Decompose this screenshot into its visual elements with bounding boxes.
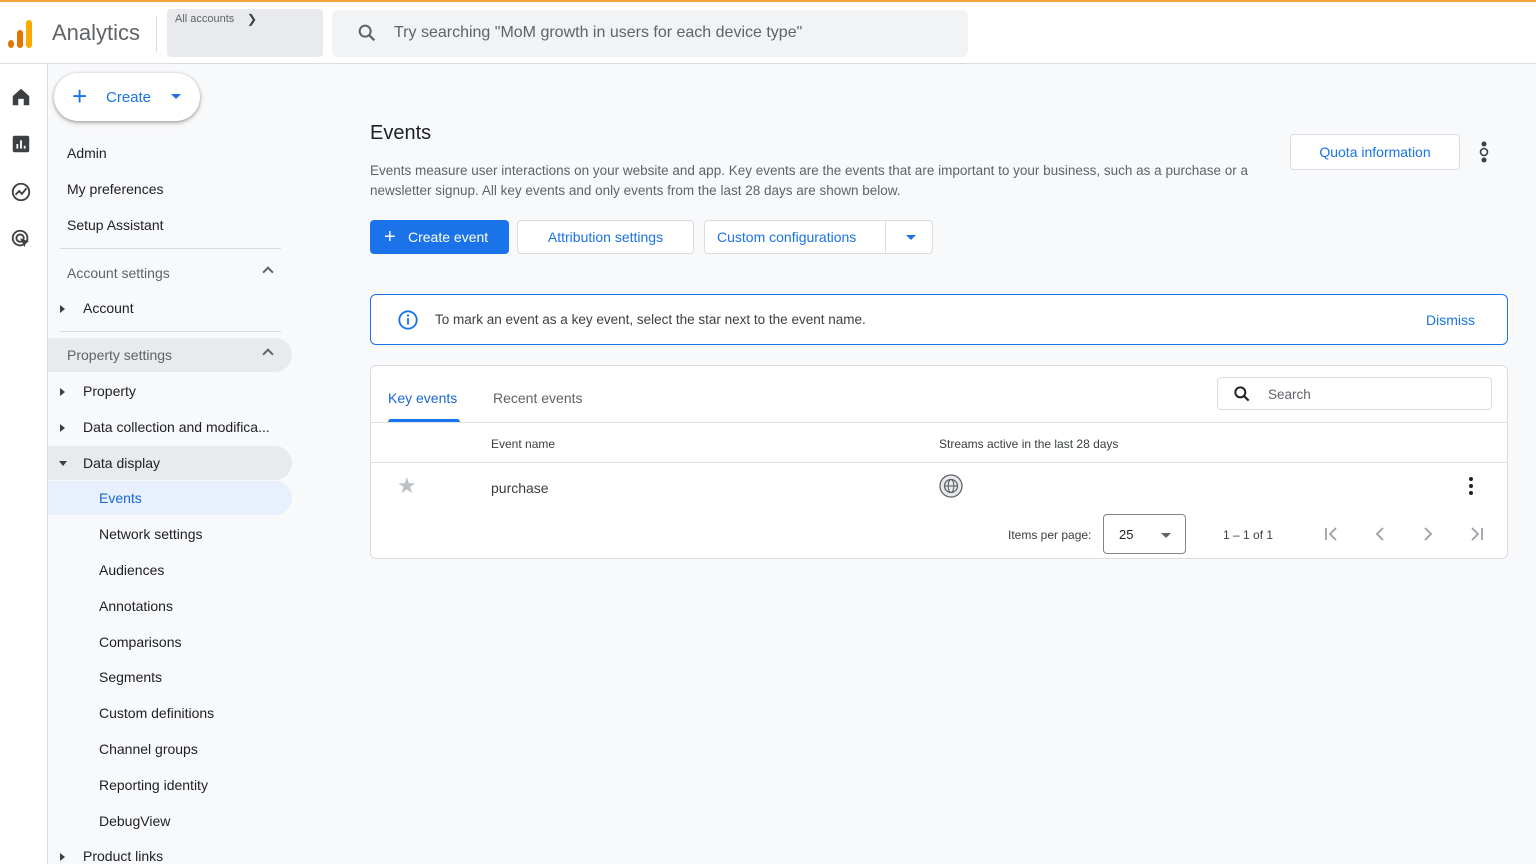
attribution-settings-button[interactable]: Attribution settings <box>517 220 694 254</box>
column-header-streams[interactable]: Streams active in the last 28 days <box>939 437 1118 451</box>
account-picker[interactable]: All accounts ❯ <box>167 9 323 57</box>
tab-key-events[interactable]: Key events <box>388 390 457 406</box>
sidebar-item-admin[interactable]: Admin <box>48 136 292 170</box>
info-banner: To mark an event as a key event, select … <box>370 294 1508 345</box>
sidebar-item-custom-definitions[interactable]: Custom definitions <box>48 696 292 730</box>
sidebar-item-data-display[interactable]: Data display <box>48 446 292 480</box>
account-picker-label: All accounts <box>175 13 235 25</box>
sidebar-item-events[interactable]: Events <box>48 481 292 515</box>
chevron-up-icon <box>262 266 274 278</box>
info-icon <box>398 310 418 330</box>
chevron-right-icon: ❯ <box>247 12 258 26</box>
plus-icon: + <box>72 81 88 111</box>
split-button-divider <box>885 221 886 253</box>
table-divider <box>371 422 1507 423</box>
sidebar-item-label: Account <box>83 300 134 316</box>
sidebar-section-property-settings[interactable]: Property settings <box>48 338 292 372</box>
sidebar-section-label: Property settings <box>67 347 173 363</box>
sidebar-divider <box>60 331 281 332</box>
explore-icon[interactable] <box>10 181 32 203</box>
caret-down-icon[interactable] <box>906 235 916 240</box>
sidebar-item-data-collection[interactable]: Data collection and modifica... <box>48 410 292 444</box>
caret-down-icon <box>171 94 181 99</box>
previous-page-icon[interactable] <box>1370 525 1390 543</box>
table-divider <box>371 462 1507 463</box>
chevron-up-icon <box>262 348 274 360</box>
reports-icon[interactable] <box>10 133 32 155</box>
sidebar-item-account[interactable]: Account <box>48 291 292 325</box>
nav-rail <box>0 64 48 864</box>
global-search[interactable]: Try searching "MoM growth in users for e… <box>332 10 968 57</box>
expand-arrow-icon <box>60 853 65 861</box>
global-search-placeholder: Try searching "MoM growth in users for e… <box>394 24 803 41</box>
custom-configurations-label: Custom configurations <box>717 229 857 245</box>
analytics-logo-icon[interactable] <box>8 18 34 48</box>
admin-sidebar: + Create Admin My preferences Setup Assi… <box>48 64 300 864</box>
advertising-icon[interactable] <box>10 228 32 250</box>
search-icon <box>358 24 376 42</box>
events-table-card: Key events Recent events Search Event na… <box>370 365 1508 559</box>
sidebar-item-reporting-identity[interactable]: Reporting identity <box>48 768 292 802</box>
items-per-page-label: Items per page: <box>1008 528 1092 542</box>
sidebar-item-debugview[interactable]: DebugView <box>48 804 292 838</box>
sidebar-item-network-settings[interactable]: Network settings <box>48 517 292 551</box>
create-event-button[interactable]: + Create event <box>370 220 509 254</box>
web-globe-icon <box>939 474 963 498</box>
quota-information-button[interactable]: Quota information <box>1290 134 1460 170</box>
create-button-label: Create <box>106 89 152 106</box>
pagination-range: 1 – 1 of 1 <box>1223 528 1274 542</box>
home-icon[interactable] <box>10 86 32 108</box>
sidebar-section-label: Account settings <box>67 265 170 281</box>
dismiss-button[interactable]: Dismiss <box>1426 312 1475 328</box>
expand-arrow-icon <box>60 388 65 396</box>
sidebar-item-label: Property <box>83 383 136 399</box>
topbar-divider <box>156 16 157 52</box>
row-more-icon[interactable] <box>1463 476 1479 496</box>
sidebar-item-my-preferences[interactable]: My preferences <box>48 172 292 206</box>
collapse-arrow-icon <box>59 461 67 466</box>
page-title: Events <box>370 122 432 144</box>
banner-message: To mark an event as a key event, select … <box>435 312 866 327</box>
table-search-placeholder: Search <box>1268 387 1311 402</box>
first-page-icon[interactable] <box>1322 525 1342 543</box>
create-button[interactable]: + Create <box>54 73 200 121</box>
last-page-icon[interactable] <box>1466 525 1486 543</box>
sidebar-item-segments[interactable]: Segments <box>48 660 292 694</box>
expand-arrow-icon <box>60 305 65 313</box>
items-per-page-value: 25 <box>1119 527 1134 542</box>
plus-icon: + <box>384 226 396 248</box>
more-options-icon[interactable] <box>1474 138 1494 166</box>
items-per-page-select[interactable]: 25 <box>1103 514 1186 554</box>
expand-arrow-icon <box>60 424 65 432</box>
star-icon[interactable]: ★ <box>397 475 417 497</box>
sidebar-item-comparisons[interactable]: Comparisons <box>48 625 292 659</box>
tab-recent-events[interactable]: Recent events <box>493 390 583 406</box>
table-search-input[interactable]: Search <box>1217 377 1492 410</box>
sidebar-item-channel-groups[interactable]: Channel groups <box>48 732 292 766</box>
sidebar-item-label: Product links <box>83 848 164 864</box>
sidebar-item-label: Data display <box>83 455 161 471</box>
sidebar-item-annotations[interactable]: Annotations <box>48 589 292 623</box>
search-icon <box>1234 386 1250 402</box>
custom-configurations-button[interactable]: Custom configurations <box>704 220 933 254</box>
next-page-icon[interactable] <box>1418 525 1438 543</box>
sidebar-item-label: Data collection and modifica... <box>83 419 270 435</box>
app-name: Analytics <box>52 20 141 45</box>
top-app-bar: Analytics All accounts ❯ Try searching "… <box>0 0 1536 64</box>
sidebar-item-setup-assistant[interactable]: Setup Assistant <box>48 208 292 242</box>
column-header-event-name[interactable]: Event name <box>491 437 555 451</box>
sidebar-item-product-links[interactable]: Product links <box>48 839 292 864</box>
sidebar-divider <box>60 248 281 249</box>
page-description: Events measure user interactions on your… <box>370 163 1248 198</box>
sidebar-section-account-settings[interactable]: Account settings <box>48 256 292 290</box>
sidebar-item-audiences[interactable]: Audiences <box>48 553 292 587</box>
sidebar-item-property[interactable]: Property <box>48 374 292 408</box>
create-event-button-label: Create event <box>408 229 489 245</box>
caret-down-icon <box>1161 533 1171 538</box>
event-name-cell: purchase <box>491 480 549 496</box>
